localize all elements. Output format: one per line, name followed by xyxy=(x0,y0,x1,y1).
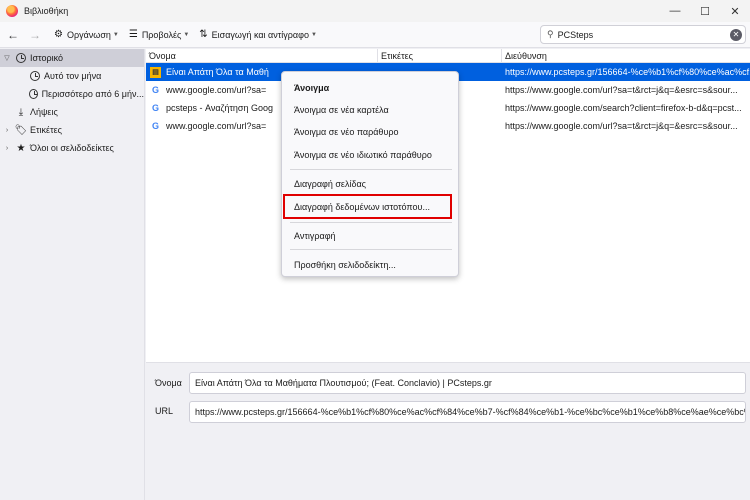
minimize-button[interactable]: — xyxy=(660,0,690,22)
google-favicon-icon: G xyxy=(151,85,159,95)
window-controls: — ☐ ✕ xyxy=(660,0,750,22)
context-menu: Άνοιγμα Άνοιγμα σε νέα καρτέλα Άνοιγμα σ… xyxy=(281,71,459,277)
row-address: https://www.google.com/search?client=fir… xyxy=(505,103,742,113)
back-button[interactable]: ← xyxy=(4,26,22,44)
chevron-down-icon: ▼ xyxy=(112,31,119,38)
sidebar-item-history[interactable]: ▽ Ιστορικό xyxy=(0,49,144,67)
row-address: https://www.google.com/url?sa=t&rct=j&q=… xyxy=(505,121,738,131)
toolbar: ← → ⚙ Οργάνωση ▼ ☰ Προβολές ▼ ⇅ Εισαγωγή… xyxy=(0,22,750,48)
menu-separator xyxy=(290,249,452,250)
clear-search-icon[interactable]: ✕ xyxy=(730,29,742,41)
sidebar-item-all-bookmarks[interactable]: › ★ Όλοι οι σελιδοδείκτες xyxy=(0,139,144,157)
chevron-down-icon: ▼ xyxy=(183,31,190,38)
close-window-button[interactable]: ✕ xyxy=(720,0,750,22)
import-backup-menu[interactable]: ⇅ Εισαγωγή και αντίγραφο ▼ xyxy=(199,29,317,40)
menu-separator xyxy=(290,222,452,223)
name-field[interactable]: Είναι Απάτη Όλα τα Μαθήματα Πλουτισμού; … xyxy=(189,372,746,394)
row-address: https://www.pcsteps.gr/156664-%ce%b1%cf%… xyxy=(505,67,750,77)
search-input[interactable] xyxy=(557,29,718,40)
column-tags[interactable]: Ετικέτες xyxy=(378,49,502,62)
sidebar-item-label: Ετικέτες xyxy=(30,125,62,135)
views-menu[interactable]: ☰ Προβολές ▼ xyxy=(129,29,189,40)
menu-item-copy[interactable]: Αντιγραφή xyxy=(294,231,336,241)
chevron-down-icon: ▼ xyxy=(310,31,317,38)
chevron-right-icon[interactable]: › xyxy=(2,127,12,134)
import-backup-label: Εισαγωγή και αντίγραφο xyxy=(211,29,309,40)
chevron-right-icon[interactable]: › xyxy=(2,145,12,152)
organize-menu[interactable]: ⚙ Οργάνωση ▼ xyxy=(54,29,119,40)
menu-item-delete-page[interactable]: Διαγραφή σελίδας xyxy=(294,179,366,189)
row-name: www.google.com/url?sa= xyxy=(166,85,267,95)
details-pane: Όνομα Είναι Απάτη Όλα τα Μαθήματα Πλουτι… xyxy=(146,362,750,500)
maximize-button[interactable]: ☐ xyxy=(690,0,720,22)
google-favicon-icon: G xyxy=(151,103,159,113)
clock-icon xyxy=(30,71,40,81)
firefox-icon xyxy=(6,5,18,17)
list-icon: ☰ xyxy=(128,29,138,40)
title-bar: Βιβλιοθήκη — ☐ ✕ xyxy=(0,0,750,22)
chevron-down-icon[interactable]: ▽ xyxy=(2,54,12,62)
sidebar-item-label: Ιστορικό xyxy=(30,53,64,63)
sidebar-item-older[interactable]: Περισσότερο από 6 μήν... xyxy=(0,85,144,103)
row-name: Είναι Απάτη Όλα τα Μαθή xyxy=(166,67,269,77)
sidebar-item-label: Λήψεις xyxy=(30,107,58,117)
download-icon: ⤓ xyxy=(18,106,24,118)
import-export-icon: ⇅ xyxy=(199,29,208,40)
menu-item-add-bookmark[interactable]: Προσθήκη σελιδοδείκτη... xyxy=(294,260,396,270)
url-label: URL xyxy=(155,406,174,416)
column-header: Όνομα Ετικέτες Διεύθυνση xyxy=(146,49,750,63)
menu-item-open-window[interactable]: Άνοιγμα σε νέο παράθυρο xyxy=(294,127,398,137)
clock-icon xyxy=(16,53,26,63)
sidebar-item-downloads[interactable]: ⤓ Λήψεις xyxy=(0,103,144,121)
views-label: Προβολές xyxy=(141,29,182,40)
tag-icon: 🏷 xyxy=(14,124,28,136)
window-title: Βιβλιοθήκη xyxy=(24,6,69,16)
sidebar-item-this-month[interactable]: Αυτό τον μήνα xyxy=(0,67,144,85)
gear-icon: ⚙ xyxy=(54,29,63,40)
search-icon: ⚲ xyxy=(547,29,554,39)
row-name: pcsteps - Αναζήτηση Goog xyxy=(166,103,274,113)
organize-label: Οργάνωση xyxy=(66,29,111,40)
google-favicon-icon: G xyxy=(151,121,159,131)
sidebar-item-label: Αυτό τον μήνα xyxy=(44,71,102,81)
sidebar-item-tags[interactable]: › 🏷 Ετικέτες xyxy=(0,121,144,139)
url-field[interactable]: https://www.pcsteps.gr/156664-%ce%b1%cf%… xyxy=(189,401,746,423)
sidebar: ▽ Ιστορικό Αυτό τον μήνα Περισσότερο από… xyxy=(0,49,145,500)
row-address: https://www.google.com/url?sa=t&rct=j&q=… xyxy=(505,85,738,95)
column-address[interactable]: Διεύθυνση xyxy=(502,49,750,62)
menu-item-open[interactable]: Άνοιγμα xyxy=(294,83,329,93)
row-name: www.google.com/url?sa= xyxy=(166,121,267,131)
pcsteps-favicon-icon: ▤ xyxy=(150,66,161,78)
clock-icon xyxy=(28,89,38,99)
menu-item-open-private[interactable]: Άνοιγμα σε νέο ιδιωτικό παράθυρο xyxy=(294,150,432,160)
forward-button[interactable]: → xyxy=(26,26,44,44)
sidebar-item-label: Περισσότερο από 6 μήν... xyxy=(41,89,144,99)
menu-separator xyxy=(290,169,452,170)
search-box: ⚲ ✕ xyxy=(540,25,746,44)
highlight-box xyxy=(283,194,452,219)
menu-item-open-tab[interactable]: Άνοιγμα σε νέα καρτέλα xyxy=(294,105,389,115)
star-icon: ★ xyxy=(16,142,26,154)
column-name[interactable]: Όνομα xyxy=(146,49,378,62)
sidebar-item-label: Όλοι οι σελιδοδείκτες xyxy=(30,143,114,153)
name-label: Όνομα xyxy=(155,378,182,388)
